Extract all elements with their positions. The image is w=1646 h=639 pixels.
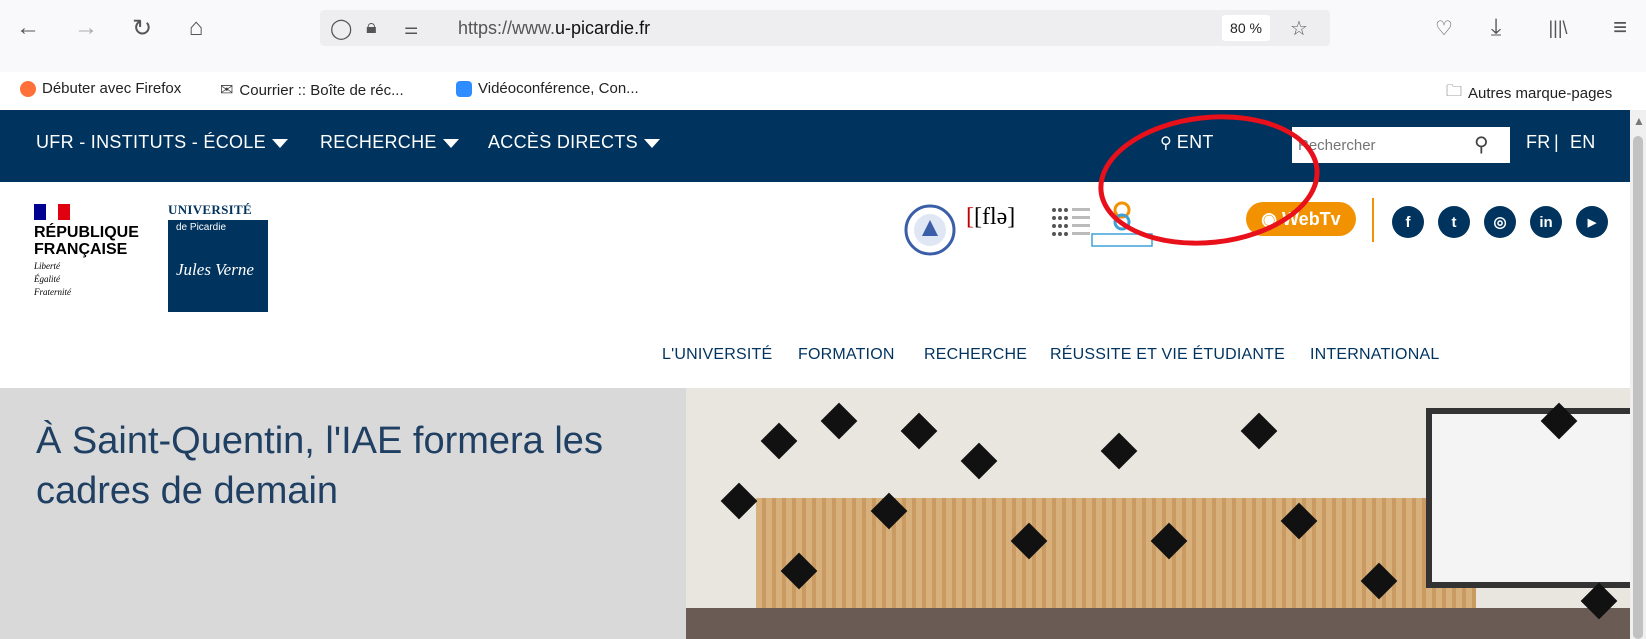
lang-en[interactable]: EN [1570,132,1596,153]
nav-label: ACCÈS DIRECTS [488,132,638,152]
caret-down-icon [442,138,459,148]
hero-banner: À Saint-Quentin, l'IAE formera les cadre… [0,388,1646,639]
caret-down-icon [643,138,660,148]
lang-separator: | [1554,132,1559,152]
bookmark-label: Courrier :: Boîte de réc... [239,81,404,99]
rf-title-1: RÉPUBLIQUE [34,224,139,241]
marianne-flag-icon [34,204,70,220]
cap [760,422,798,460]
mainnav-formation[interactable]: FORMATION [798,346,895,364]
video-icon [456,80,472,97]
nav-label: UFR - INSTITUTS - ÉCOLE [36,132,266,152]
bookmarks-bar: Débuter avec Firefox ✉ Courrier :: Boîte… [0,76,1646,104]
site-top-nav: UFR - INSTITUTS - ÉCOLE RECHERCHE ACCÈS … [0,110,1646,182]
crowd [686,608,1646,639]
univ-box: de Picardie Jules Verne [168,220,268,312]
page-scrollbar[interactable]: ▲ [1630,110,1646,639]
nav-recherche[interactable]: RECHERCHE [320,132,459,153]
lang-fr[interactable]: FR [1526,132,1551,153]
url-prefix: https://www. [458,18,556,38]
linkedin-icon[interactable]: in [1530,206,1562,238]
nav-ufr[interactable]: UFR - INSTITUTS - ÉCOLE [36,132,288,153]
cap [820,402,858,440]
university-logo[interactable]: UNIVERSITÉ de Picardie Jules Verne [168,202,268,312]
bookmark-mail[interactable]: ✉ Courrier :: Boîte de réc... [220,80,404,100]
bookmark-firefox[interactable]: Débuter avec Firefox [20,80,181,97]
library-icon[interactable]: |||\ [1542,12,1574,44]
mainnav-recherche[interactable]: RECHERCHE [924,346,1027,364]
mail-icon: ✉ [220,82,234,99]
scroll-up-icon[interactable]: ▲ [1633,114,1645,128]
rf-title-2: FRANÇAISE [34,241,128,258]
mainnav-universite[interactable]: L'UNIVERSITÉ [662,346,772,364]
cap [1100,432,1138,470]
univ-top: UNIVERSITÉ [168,202,252,217]
instagram-icon[interactable]: ◎ [1484,206,1516,238]
permissions-icon[interactable]: ⚌ [404,19,418,39]
divider [1372,198,1374,242]
graduation-photo[interactable] [686,388,1646,639]
logos-band: RÉPUBLIQUE FRANÇAISE Liberté Égalité Fra… [0,182,1646,322]
lock-icon[interactable]: 🔒︎ [366,16,377,39]
cap [1240,412,1278,450]
forward-icon[interactable]: → [70,12,102,44]
url-text[interactable]: https://www.u-picardie.fr [458,18,650,39]
youtube-icon[interactable]: ▶ [1576,206,1608,238]
download-icon[interactable]: ⤓ [1480,12,1512,44]
other-bookmarks[interactable]: 🗀 Autres marque-pages [1446,80,1612,107]
twitter-icon[interactable]: t [1438,206,1470,238]
back-icon[interactable]: ← [12,12,44,44]
bookmark-visio[interactable]: Vidéoconférence, Con... [456,80,639,97]
zoom-indicator[interactable]: 80 % [1222,15,1270,41]
browser-toolbar: ← → ↻ ⌂ ◯ 🔒︎ ⚌ https://www.u-picardie.fr… [0,0,1646,102]
nav-acces-directs[interactable]: ACCÈS DIRECTS [488,132,660,153]
univ-signature: Jules Verne [176,260,254,279]
cap [900,412,938,450]
reload-icon[interactable]: ↻ [126,12,158,44]
cap [960,442,998,480]
fle-label: [flə] [974,204,1016,230]
republique-francaise-logo[interactable]: RÉPUBLIQUE FRANÇAISE Liberté Égalité Fra… [34,204,144,297]
pocket-icon[interactable]: ♡ [1428,12,1460,44]
star-icon[interactable]: ☆ [1290,16,1308,41]
mainnav-reussite[interactable]: RÉUSSITE ET VIE ÉTUDIANTE [1050,346,1285,364]
shield-icon[interactable]: ◯ [330,16,352,41]
cap [720,482,758,520]
fle-qualite-logo[interactable]: [[flə] [966,204,1015,231]
nav-label: RECHERCHE [320,132,437,152]
facebook-icon[interactable]: f [1392,206,1424,238]
univ-sub: de Picardie [176,222,227,233]
search-icon[interactable]: ⚲ [1474,132,1489,157]
hero-title[interactable]: À Saint-Quentin, l'IAE formera les cadre… [36,416,696,516]
url-domain: u-picardie.fr [555,18,651,38]
bookmark-label: Débuter avec Firefox [42,80,182,97]
firefox-icon [20,80,36,97]
bookmark-label: Autres marque-pages [1468,85,1613,102]
mainnav-international[interactable]: INTERNATIONAL [1310,346,1439,364]
scroll-thumb[interactable] [1633,136,1643,639]
bookmark-label: Vidéoconférence, Con... [478,80,639,97]
caret-down-icon [271,138,288,148]
menu-icon[interactable]: ≡ [1604,12,1636,44]
address-bar[interactable]: ◯ 🔒︎ ⚌ https://www.u-picardie.fr 80 % ☆ [320,10,1330,46]
navigation-row: ← → ↻ ⌂ ◯ 🔒︎ ⚌ https://www.u-picardie.fr… [0,8,1646,48]
projection-screen [1426,408,1646,588]
rf-motto-3: Fraternité [34,287,71,297]
folder-icon: 🗀 [1446,83,1463,100]
bienvenue-en-france-icon[interactable] [904,204,956,256]
rf-motto-2: Égalité [34,274,60,284]
home-icon[interactable]: ⌂ [180,12,212,44]
rf-motto-1: Liberté [34,261,60,271]
